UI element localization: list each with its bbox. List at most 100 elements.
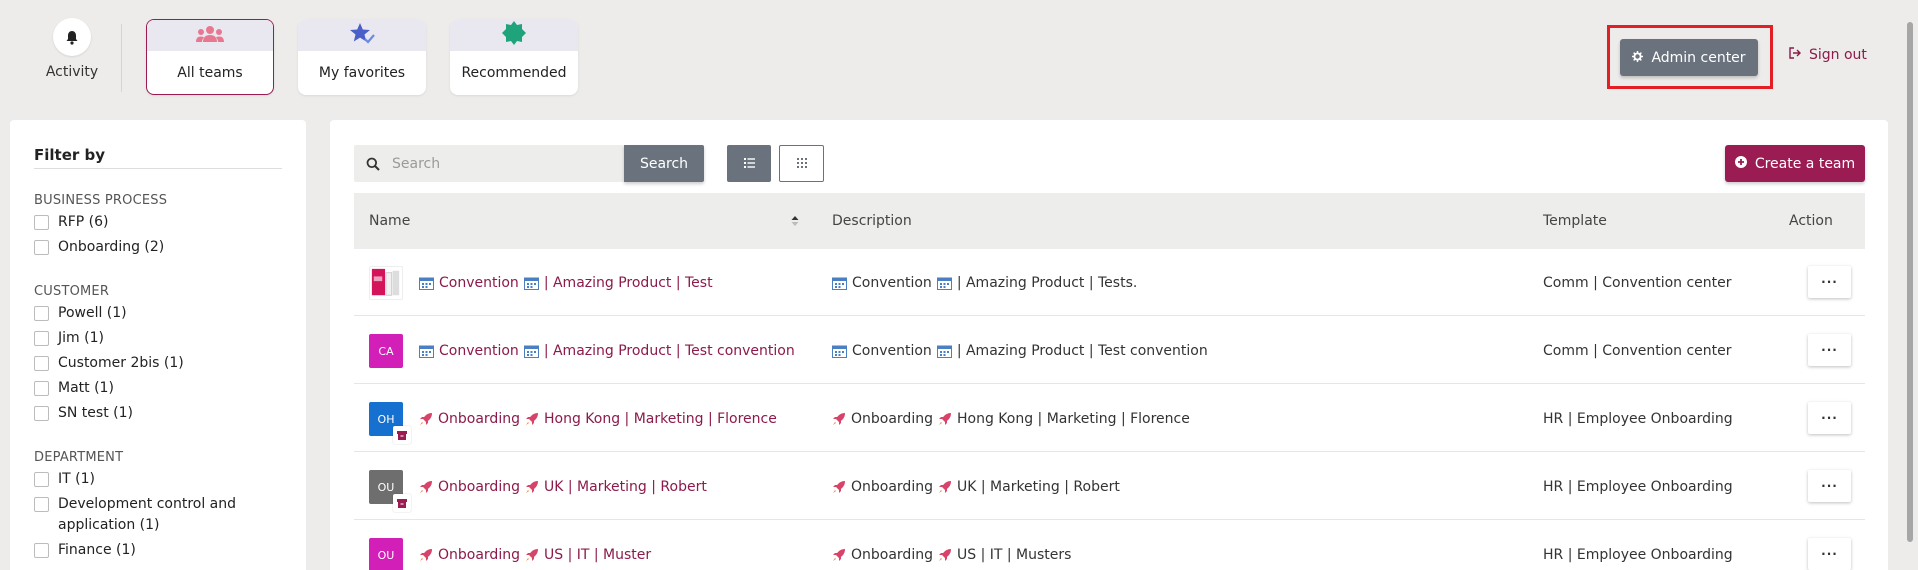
team-name-link[interactable]: Onboarding Hong Kong | Marketing | Flore… [419, 385, 777, 452]
sign-out-link[interactable]: Sign out [1789, 47, 1867, 63]
activity-button[interactable]: Activity [38, 18, 106, 88]
rocket-icon [525, 480, 539, 494]
row-action-button[interactable]: ··· [1808, 402, 1851, 434]
create-team-button[interactable]: Create a team [1725, 145, 1865, 182]
rocket-icon [525, 412, 539, 426]
team-name-link[interactable]: Convention | Amazing Product | Test conv… [419, 317, 795, 384]
checkbox[interactable] [34, 215, 49, 230]
team-template: HR | Employee Onboarding [1543, 546, 1733, 563]
table-row[interactable]: Convention | Amazing Product | Test Conv… [354, 249, 1865, 316]
checkbox[interactable] [34, 543, 49, 558]
grid-icon [796, 156, 807, 172]
rocket-icon [419, 548, 433, 562]
filter-option-label: Finance (1) [58, 542, 136, 558]
list-icon [743, 156, 755, 172]
team-description: Convention | Amazing Product | Test conv… [832, 317, 1208, 384]
filter-option[interactable]: Customer 2bis (1) [34, 353, 282, 374]
description-part: | Amazing Product | Tests. [956, 274, 1138, 291]
calendar-icon [936, 344, 952, 358]
calendar-icon [419, 344, 434, 358]
tab-all-teams[interactable]: All teams [146, 19, 274, 95]
team-name-part: Onboarding [438, 546, 520, 563]
rocket-icon [832, 412, 846, 426]
search-button[interactable]: Search [624, 145, 704, 182]
description-part: | Amazing Product | Test convention [956, 342, 1208, 359]
table-row[interactable]: CA Convention | Amazing Product | Test c… [354, 317, 1865, 384]
tab-recommended[interactable]: Recommended [450, 19, 578, 95]
search-input[interactable] [392, 155, 612, 172]
team-name-link[interactable]: Onboarding UK | Marketing | Robert [419, 453, 707, 520]
filter-option[interactable]: Matt (1) [34, 378, 282, 399]
checkbox[interactable] [34, 497, 49, 512]
filter-option-label: Onboarding (2) [58, 239, 165, 255]
team-template: Comm | Convention center [1543, 274, 1732, 291]
checkbox[interactable] [34, 331, 49, 346]
filter-option[interactable]: Development control and application (1) [34, 494, 282, 536]
description-part: Convention [852, 274, 932, 291]
checkbox[interactable] [34, 472, 49, 487]
list-view-button[interactable] [727, 145, 771, 182]
team-name-link[interactable]: Onboarding US | IT | Muster [419, 521, 651, 570]
team-avatar [369, 266, 403, 300]
filter-option[interactable]: Jim (1) [34, 328, 282, 349]
filter-option[interactable]: Finance (1) [34, 540, 282, 561]
activity-label: Activity [45, 64, 99, 80]
checkbox[interactable] [34, 356, 49, 371]
bell-icon [53, 18, 91, 56]
checkbox[interactable] [34, 306, 49, 321]
archive-icon [393, 494, 411, 512]
filter-option[interactable]: RFP (6) [34, 212, 282, 233]
tab-my-favorites[interactable]: My favorites [298, 19, 426, 95]
team-description: Convention | Amazing Product | Tests. [832, 249, 1137, 316]
rocket-icon [938, 480, 952, 494]
team-icon [196, 25, 224, 47]
column-header-template: Template [1543, 213, 1607, 229]
filter-option-label: RFP (6) [58, 214, 109, 230]
filter-option[interactable]: Powell (1) [34, 303, 282, 324]
sort-icon[interactable] [791, 215, 799, 231]
row-action-button[interactable]: ··· [1808, 334, 1851, 366]
sign-out-icon [1789, 47, 1801, 63]
team-template: HR | Employee Onboarding [1543, 410, 1733, 427]
table-row[interactable]: OU Onboarding UK | Marketing | Robert On… [354, 453, 1865, 520]
filter-option-label: SN test (1) [58, 405, 133, 421]
filter-option[interactable]: IT (1) [34, 469, 282, 490]
description-part: Onboarding [851, 410, 933, 427]
grid-view-button[interactable] [779, 145, 824, 182]
admin-center-button[interactable]: Admin center [1620, 39, 1758, 76]
tab-label: Recommended [461, 65, 567, 81]
team-name-part: Convention [439, 342, 519, 359]
row-action-button[interactable]: ··· [1808, 266, 1851, 298]
page-scrollbar[interactable] [1904, 0, 1916, 570]
checkbox[interactable] [34, 381, 49, 396]
rocket-icon [419, 480, 433, 494]
search-box [354, 145, 624, 182]
team-name-link[interactable]: Convention | Amazing Product | Test [419, 249, 713, 316]
rocket-icon [419, 412, 433, 426]
row-action-button[interactable]: ··· [1808, 538, 1851, 570]
filter-option[interactable]: Onboarding (2) [34, 237, 282, 258]
column-header-name[interactable]: Name [369, 193, 410, 249]
team-name-part: Onboarding [438, 478, 520, 495]
checkbox[interactable] [34, 406, 49, 421]
rocket-icon [832, 548, 846, 562]
filter-title: Filter by [34, 146, 282, 169]
team-template: HR | Employee Onboarding [1543, 478, 1733, 495]
description-part: UK | Marketing | Robert [956, 478, 1120, 495]
team-name-part: | Amazing Product | Test [543, 274, 713, 291]
table-row[interactable]: OU Onboarding US | IT | Muster Onboardin… [354, 521, 1865, 570]
filter-option-label: Matt (1) [58, 380, 114, 396]
table-header: Name Description Template Action [354, 193, 1865, 249]
star-icon [349, 22, 375, 48]
checkbox[interactable] [34, 240, 49, 255]
row-action-button[interactable]: ··· [1808, 470, 1851, 502]
top-bar: Activity All teams My favorites Recommen… [0, 0, 1918, 118]
table-row[interactable]: OH Onboarding Hong Kong | Marketing | Fl… [354, 385, 1865, 452]
filter-option[interactable]: SN test (1) [34, 403, 282, 424]
scrollbar-thumb[interactable] [1907, 22, 1913, 542]
search-icon [354, 157, 392, 171]
description-part: Convention [852, 342, 932, 359]
team-template: Comm | Convention center [1543, 342, 1732, 359]
filter-option-label: Development control and application (1) [58, 496, 237, 533]
calendar-icon [523, 344, 539, 358]
